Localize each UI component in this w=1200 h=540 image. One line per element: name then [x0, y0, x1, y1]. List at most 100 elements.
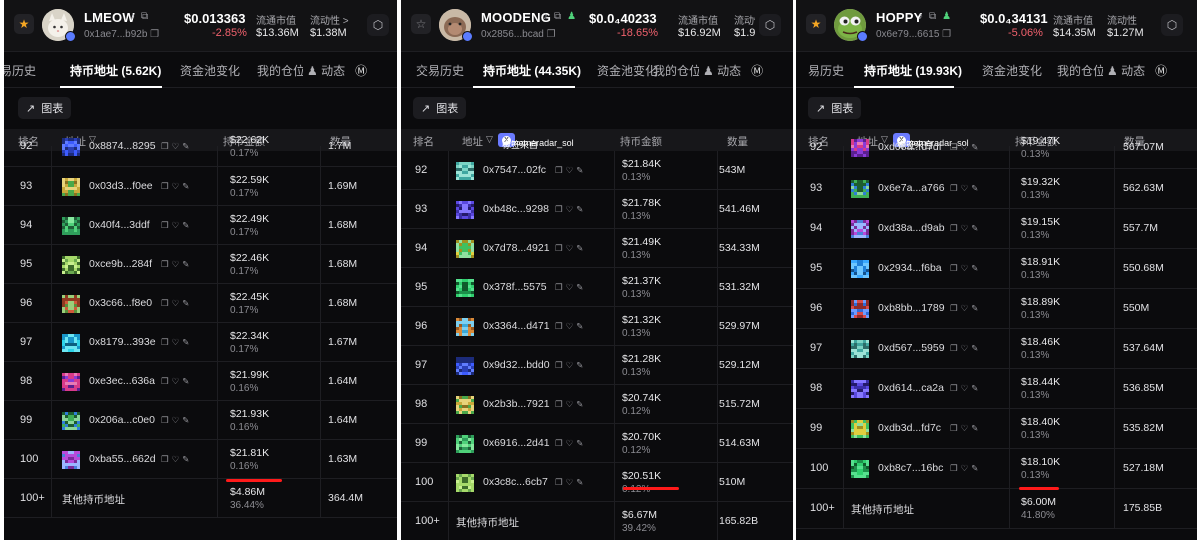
edit-icon[interactable]: ✎ [576, 477, 586, 487]
tab-pool-changes[interactable]: 资金池变化 [180, 62, 240, 79]
copy-icon[interactable]: ❐ [147, 29, 159, 40]
holder-address[interactable]: 0x378f...5575 [483, 281, 547, 293]
table-row[interactable]: 99 0xdb3d...fd7c ❐♡✎ $18.40K 0.13% 535.82M [796, 409, 1197, 449]
copy-icon[interactable]: ❐ [555, 165, 566, 175]
heart-icon[interactable]: ♡ [961, 183, 972, 193]
copy-icon[interactable]: ❐ [950, 463, 961, 473]
table-row[interactable]: 97 0xd567...5959 ❐♡✎ $18.46K 0.13% 537.64M [796, 329, 1197, 369]
edit-icon[interactable]: ✎ [576, 438, 586, 448]
heart-icon[interactable]: ♡ [172, 181, 183, 191]
edit-icon[interactable]: ✎ [182, 454, 192, 464]
edit-icon[interactable]: ✎ [576, 165, 586, 175]
copy-icon[interactable]: ❐ [161, 181, 172, 191]
table-row[interactable]: 98 0xe3ec...636a ❐♡✎ $21.99K 0.16% 1.64M [4, 362, 397, 401]
holder-address[interactable]: 0xb48c...9298 [483, 203, 549, 215]
copy-icon[interactable]: ❐ [950, 223, 961, 233]
settings-gear-icon[interactable]: ⬡ [759, 14, 781, 36]
holder-address[interactable]: 0x03d3...f0ee [89, 180, 153, 192]
liquidity-label[interactable]: 流动性 [1107, 12, 1157, 27]
chart-button[interactable]: ↗ 图表 [413, 97, 467, 119]
holder-address[interactable]: 其他持币地址 [456, 515, 519, 530]
edit-icon[interactable]: ✎ [182, 220, 192, 230]
copy-icon[interactable]: ❐ [161, 337, 172, 347]
edit-icon[interactable]: ✎ [182, 141, 192, 151]
holder-address[interactable]: 0x2934...f6ba [878, 262, 942, 274]
edit-icon[interactable]: ✎ [182, 298, 192, 308]
edit-icon[interactable]: ✎ [971, 183, 981, 193]
table-row[interactable]: 93 0x03d3...f0ee ❐♡✎ $22.59K 0.17% 1.69M [4, 167, 397, 206]
copy-icon[interactable]: ❐ [950, 383, 961, 393]
table-row[interactable]: 96 0x3364...d471 ❐♡✎ $21.32K 0.13% 529.97M [401, 307, 793, 346]
favorite-star-icon[interactable]: ★ [806, 14, 826, 34]
table-row[interactable]: 98 0x2b3b...7921 ❐♡✎ $20.74K 0.12% 515.72M [401, 385, 793, 424]
tab-my-position[interactable]: 我的仓位 [257, 62, 303, 79]
heart-icon[interactable]: ♡ [566, 165, 577, 175]
holder-address[interactable]: 0xba55...662d [89, 453, 156, 465]
holder-address[interactable]: 0xd614...ca2a [878, 382, 944, 394]
external-link-icon[interactable]: ⧉ [929, 11, 936, 22]
tab-holders[interactable]: 持币地址 (5.62K) [70, 62, 161, 79]
heart-icon[interactable]: ♡ [961, 263, 972, 273]
heart-icon[interactable]: ♡ [566, 438, 577, 448]
token-address[interactable]: 0x2856...bcad ❐ [481, 29, 556, 40]
table-row[interactable]: 92 0x7547...02fc ❐♡✎ $21.84K 0.13% 543M [401, 151, 793, 190]
table-row[interactable]: 96 0x3c66...f8e0 ❐♡✎ $22.45K 0.17% 1.68M [4, 284, 397, 323]
holder-address[interactable]: 0x8179...393e [89, 336, 156, 348]
copy-icon[interactable]: ❐ [555, 243, 566, 253]
holder-address[interactable]: 0x206a...c0e0 [89, 414, 155, 426]
copy-icon[interactable]: ❐ [555, 282, 566, 292]
tab-holders[interactable]: 持币地址 (44.35K) [483, 62, 581, 79]
heart-icon[interactable]: ♡ [172, 141, 183, 151]
tab-trade-history[interactable]: 交易历史 [416, 62, 464, 79]
holder-address[interactable]: 0xce9b...284f [89, 258, 152, 270]
holder-address[interactable]: 0x7547...02fc [483, 164, 546, 176]
table-row[interactable]: 94 0xd38a...d9ab ❐♡✎ $19.15K 0.13% 557.7M [796, 209, 1197, 249]
table-row[interactable]: 95 0xce9b...284f ❐♡✎ $22.46K 0.17% 1.68M [4, 245, 397, 284]
heart-icon[interactable]: ♡ [172, 220, 183, 230]
holder-address[interactable]: 0xd08a...d7df [878, 141, 942, 153]
external-link-icon[interactable]: ⧉ [554, 11, 561, 22]
tab-my-position[interactable]: 我的仓位 [1057, 62, 1103, 79]
heart-icon[interactable]: ♡ [172, 259, 183, 269]
settings-gear-icon[interactable]: ⬡ [1161, 14, 1183, 36]
copy-icon[interactable]: ❐ [950, 343, 961, 353]
heart-icon[interactable]: ♡ [961, 303, 972, 313]
copy-icon[interactable]: ❐ [950, 263, 961, 273]
table-row[interactable]: 93 0x6e7a...a766 ❐♡✎ $19.32K 0.13% 562.63M [796, 169, 1197, 209]
tab-activity[interactable]: ♟ 动态 Ⓜ [307, 62, 367, 79]
favorite-star-icon[interactable]: ☆ [411, 14, 431, 34]
edit-icon[interactable]: ✎ [971, 303, 981, 313]
heart-icon[interactable]: ♡ [566, 477, 577, 487]
holder-address[interactable]: 0xb8bb...1789 [878, 302, 945, 314]
edit-icon[interactable]: ✎ [576, 282, 586, 292]
address-header[interactable]: 地址 [462, 134, 483, 149]
external-link-icon[interactable]: ⧉ [141, 11, 148, 22]
edit-icon[interactable]: ✎ [971, 142, 981, 152]
copy-icon[interactable]: ❐ [555, 360, 566, 370]
holder-address[interactable]: 0xb8c7...16bc [878, 462, 943, 474]
heart-icon[interactable]: ♡ [172, 337, 183, 347]
bell-icon[interactable]: ♪ [918, 11, 923, 22]
copy-icon[interactable]: ❐ [950, 303, 961, 313]
holders-group-icon[interactable]: ♟ [942, 11, 951, 22]
copy-icon[interactable]: ❐ [950, 183, 961, 193]
table-row[interactable]: 93 0xb48c...9298 ❐♡✎ $21.78K 0.13% 541.46M [401, 190, 793, 229]
copy-icon[interactable]: ❐ [555, 399, 566, 409]
copy-icon[interactable]: ❐ [544, 29, 556, 40]
heart-icon[interactable]: ♡ [566, 399, 577, 409]
tab-trade-history[interactable]: 易历史 [808, 62, 844, 79]
table-row[interactable]: 100 0xb8c7...16bc ❐♡✎ $18.10K 0.13% 527.18M [796, 449, 1197, 489]
table-row[interactable]: 99 0x6916...2d41 ❐♡✎ $20.70K 0.12% 514.63M [401, 424, 793, 463]
other-holders-row[interactable]: 100+ 其他持币地址 $6.00M 41.80% 175.85B [796, 489, 1197, 529]
heart-icon[interactable]: ♡ [961, 223, 972, 233]
copy-icon[interactable]: ❐ [555, 204, 566, 214]
token-address[interactable]: 0x1ae7...b92b ❐ [84, 29, 159, 40]
table-row[interactable]: 98 0xd614...ca2a ❐♡✎ $18.44K 0.13% 536.85M [796, 369, 1197, 409]
copy-icon[interactable]: ❐ [161, 454, 172, 464]
more-m-icon[interactable]: Ⓜ [741, 64, 763, 78]
copy-icon[interactable]: ❐ [161, 298, 172, 308]
heart-icon[interactable]: ♡ [566, 243, 577, 253]
copy-icon[interactable]: ❐ [555, 438, 566, 448]
other-holders-row[interactable]: 100+ 其他持币地址 $6.67M 39.42% 165.82B [401, 502, 793, 540]
holder-address[interactable]: 0x9d32...bdd0 [483, 359, 550, 371]
